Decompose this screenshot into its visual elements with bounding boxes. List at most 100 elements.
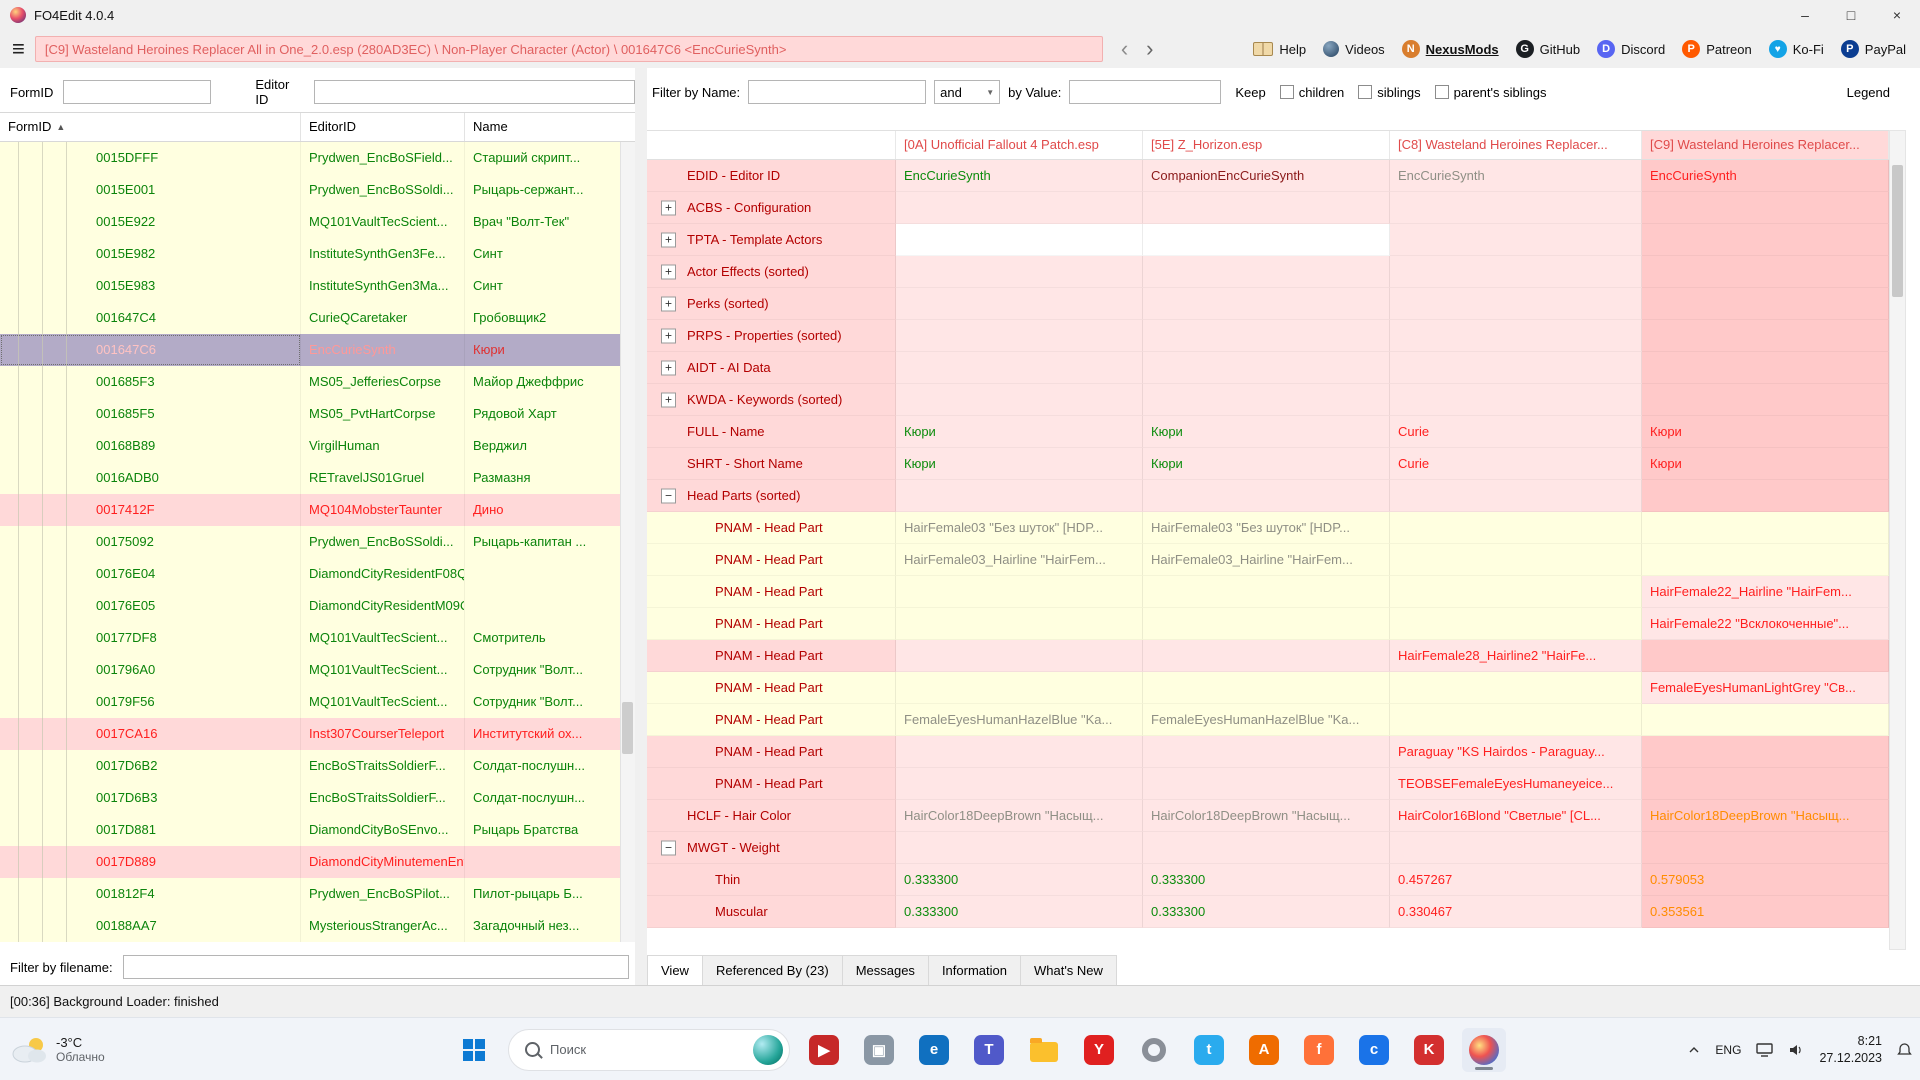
record-cell[interactable]: 0.579053 — [1642, 864, 1889, 896]
record-cell[interactable] — [1143, 352, 1390, 384]
taskbar-search[interactable]: Поиск — [508, 1029, 790, 1071]
record-row[interactable]: PNAM - Head PartHairFemale03 "Без шуток"… — [647, 512, 1889, 544]
toolbar-link-paypal[interactable]: P PayPal — [1841, 40, 1906, 58]
record-cell[interactable]: HairFemale22_Hairline "HairFem... — [1642, 576, 1889, 608]
record-cell[interactable] — [896, 480, 1143, 512]
record-cell[interactable] — [1642, 512, 1889, 544]
record-cell[interactable] — [1390, 192, 1642, 224]
aimp-app[interactable]: A — [1242, 1028, 1286, 1072]
record-cell[interactable] — [1642, 736, 1889, 768]
record-cell[interactable]: 0.457267 — [1390, 864, 1642, 896]
record-cell[interactable] — [1642, 288, 1889, 320]
record-cell[interactable]: CompanionEncCurieSynth — [1143, 160, 1390, 192]
record-cell[interactable]: Кюри — [1642, 416, 1889, 448]
record-cell[interactable] — [896, 192, 1143, 224]
panel-splitter[interactable] — [635, 68, 647, 985]
record-cell[interactable] — [1642, 256, 1889, 288]
record-cell[interactable]: FemaleEyesHumanHazelBlue "Ka... — [896, 704, 1143, 736]
record-cell[interactable]: HairColor18DeepBrown "Насыщ... — [896, 800, 1143, 832]
record-cell[interactable] — [1390, 320, 1642, 352]
back-icon[interactable]: ‹ — [1121, 38, 1128, 60]
record-row[interactable]: PNAM - Head PartTEOBSEFemaleEyesHumaneye… — [647, 768, 1889, 800]
clock[interactable]: 8:21 27.12.2023 — [1819, 1033, 1882, 1067]
record-cell[interactable] — [1390, 256, 1642, 288]
weather-widget[interactable]: -3°C Облачно — [10, 1018, 105, 1080]
yandex-browser[interactable]: Y — [1077, 1028, 1121, 1072]
filter-value-input[interactable] — [1069, 80, 1221, 104]
plugin-column-header[interactable]: [0A] Unofficial Fallout 4 Patch.esp — [896, 131, 1143, 159]
tab-information[interactable]: Information — [928, 955, 1021, 985]
record-cell[interactable] — [1390, 512, 1642, 544]
record-cell[interactable] — [1390, 608, 1642, 640]
record-cell[interactable] — [1143, 384, 1390, 416]
keep-children-option[interactable]: children — [1280, 85, 1345, 100]
record-cell[interactable]: EncCurieSynth — [896, 160, 1143, 192]
notification-bell-icon[interactable] — [1897, 1042, 1912, 1058]
record-cell[interactable] — [1642, 224, 1889, 256]
left-table-row[interactable]: 001812F4Prydwen_EncBoSPilot...Пилот-рыца… — [0, 878, 635, 910]
left-table-row[interactable]: 0016ADB0RETravelJS01GruelРазмазня — [0, 462, 635, 494]
record-row[interactable]: +PRPS - Properties (sorted) — [647, 320, 1889, 352]
record-cell[interactable] — [1642, 832, 1889, 864]
tab-view[interactable]: View — [647, 955, 703, 985]
siblings-checkbox[interactable] — [1358, 85, 1372, 99]
record-cell[interactable]: 0.333300 — [1143, 896, 1390, 928]
record-cell[interactable] — [1143, 192, 1390, 224]
record-cell[interactable] — [1143, 320, 1390, 352]
record-cell[interactable] — [1642, 384, 1889, 416]
right-scrollbar-thumb[interactable] — [1892, 165, 1903, 297]
record-cell[interactable]: HairFemale28_Hairline2 "HairFe... — [1390, 640, 1642, 672]
column-header-editorid[interactable]: EditorID — [301, 113, 465, 141]
children-checkbox[interactable] — [1280, 85, 1294, 99]
left-scrollbar-thumb[interactable] — [622, 702, 633, 754]
toolbar-link-nexusmods[interactable]: N NexusMods — [1402, 40, 1499, 58]
record-cell[interactable]: Curie — [1390, 448, 1642, 480]
record-cell[interactable]: Кюри — [896, 448, 1143, 480]
network-icon[interactable] — [1756, 1043, 1773, 1057]
record-cell[interactable] — [1143, 768, 1390, 800]
edge-browser[interactable]: e — [912, 1028, 956, 1072]
left-table-row[interactable]: 0017D6B2EncBoSTraitsSoldierF...Солдат-по… — [0, 750, 635, 782]
record-cell[interactable] — [896, 736, 1143, 768]
left-table-scrollbar[interactable] — [620, 142, 635, 942]
volume-icon[interactable] — [1788, 1043, 1804, 1057]
record-cell[interactable] — [1390, 576, 1642, 608]
editorid-filter-input[interactable] — [314, 80, 635, 104]
minimize-button[interactable]: – — [1782, 0, 1828, 30]
record-row[interactable]: −Head Parts (sorted) — [647, 480, 1889, 512]
record-cell[interactable] — [1390, 480, 1642, 512]
toolbar-link-videos[interactable]: Videos — [1323, 41, 1385, 57]
record-row[interactable]: PNAM - Head PartHairFemale22_Hairline "H… — [647, 576, 1889, 608]
left-table-row[interactable]: 0015DFFFPrydwen_EncBoSField...Старший ск… — [0, 142, 635, 174]
record-row[interactable]: SHRT - Short NameКюриКюриCurieКюри — [647, 448, 1889, 480]
record-cell[interactable] — [1143, 224, 1390, 256]
left-table-row[interactable]: 001647C6EncCurieSynthКюри — [0, 334, 635, 366]
record-cell[interactable]: HairFemale03_Hairline "HairFem... — [1143, 544, 1390, 576]
record-cell[interactable] — [1642, 320, 1889, 352]
start-button[interactable] — [452, 1028, 496, 1072]
media-app[interactable]: ▶ — [802, 1028, 846, 1072]
language-indicator[interactable]: ENG — [1715, 1043, 1741, 1057]
record-cell[interactable]: HairFemale03 "Без шуток" [HDP... — [896, 512, 1143, 544]
left-table-row[interactable]: 001685F5MS05_PvtHartCorpseРядовой Харт — [0, 398, 635, 430]
tab-messages[interactable]: Messages — [842, 955, 929, 985]
tray-chevron-icon[interactable] — [1688, 1046, 1700, 1054]
record-row[interactable]: Muscular0.3333000.3333000.3304670.353561 — [647, 896, 1889, 928]
record-cell[interactable]: FemaleEyesHumanHazelBlue "Ka... — [1143, 704, 1390, 736]
left-table-row[interactable]: 00188AA7MysteriousStrangerAc...Загадочны… — [0, 910, 635, 942]
record-row[interactable]: EDID - Editor IDEncCurieSynthCompanionEn… — [647, 160, 1889, 192]
left-table-row[interactable]: 001647C4CurieQCaretakerГробовщик2 — [0, 302, 635, 334]
window-app[interactable]: ▣ — [857, 1028, 901, 1072]
record-cell[interactable]: Кюри — [1143, 416, 1390, 448]
record-cell[interactable] — [896, 352, 1143, 384]
chrome-browser[interactable]: c — [1352, 1028, 1396, 1072]
record-cell[interactable] — [1143, 288, 1390, 320]
record-cell[interactable] — [1390, 224, 1642, 256]
record-cell[interactable] — [1642, 704, 1889, 736]
record-cell[interactable]: EncCurieSynth — [1390, 160, 1642, 192]
record-cell[interactable]: Curie — [1390, 416, 1642, 448]
record-cell[interactable] — [1390, 704, 1642, 736]
krita-app[interactable]: K — [1407, 1028, 1451, 1072]
record-cell[interactable] — [896, 672, 1143, 704]
plugin-column-header[interactable]: [C8] Wasteland Heroines Replacer... — [1390, 131, 1642, 159]
